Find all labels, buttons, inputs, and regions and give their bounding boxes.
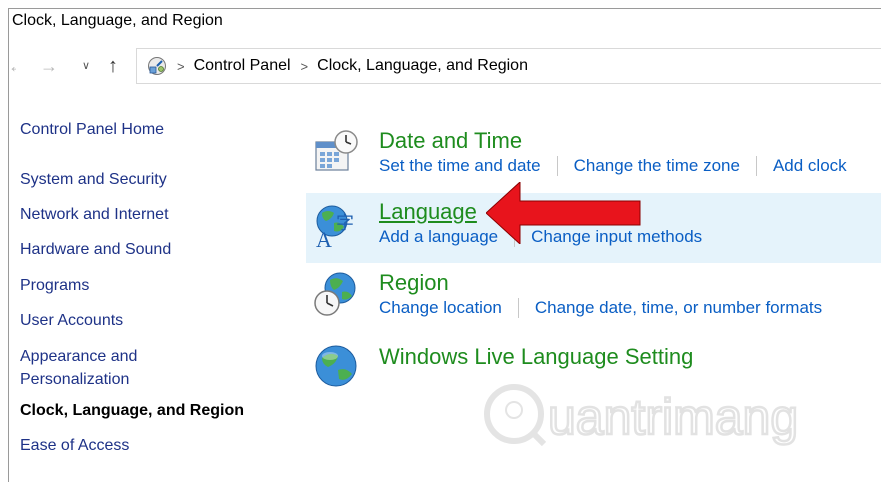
change-time-zone-link[interactable]: Change the time zone: [574, 156, 740, 176]
control-panel-icon: [148, 57, 166, 75]
sidebar-item-user-accounts[interactable]: User Accounts: [20, 309, 123, 332]
sidebar-item-system-security[interactable]: System and Security: [20, 168, 167, 191]
date-time-links: Set the time and date Change the time zo…: [379, 156, 847, 176]
sidebar-item-appearance[interactable]: Appearance and: [20, 345, 137, 368]
chevron-down-icon: ∨: [82, 60, 91, 72]
quantrimang-watermark: uantrimang: [484, 384, 799, 446]
up-button[interactable]: ↑: [108, 48, 118, 84]
link-separator: [517, 298, 519, 318]
address-bar: ← → ∨ ↑ > Control Panel > Clock, Languag…: [8, 48, 881, 84]
region-links: Change location Change date, time, or nu…: [379, 298, 822, 318]
breadcrumb-separator: >: [300, 58, 309, 74]
window-title: Clock, Language, and Region: [12, 12, 223, 29]
svg-text:字: 字: [336, 213, 354, 234]
language-title[interactable]: Language: [379, 199, 477, 225]
change-formats-link[interactable]: Change date, time, or number formats: [535, 298, 822, 318]
arrow-right-icon: →: [40, 56, 58, 76]
recent-locations-button[interactable]: ∨: [82, 48, 90, 84]
link-separator: [556, 156, 558, 176]
svg-text:A: A: [316, 227, 332, 249]
globe-language-icon: A 字: [316, 205, 354, 249]
add-language-link[interactable]: Add a language: [379, 227, 498, 247]
globe-clock-icon: [314, 272, 356, 316]
address-box[interactable]: > Control Panel > Clock, Language, and R…: [136, 48, 881, 84]
forward-button[interactable]: →: [40, 48, 58, 84]
back-button[interactable]: ←: [8, 48, 16, 84]
sidebar-item-personalization[interactable]: Personalization: [20, 368, 129, 391]
breadcrumb-current[interactable]: Clock, Language, and Region: [317, 57, 528, 75]
globe-icon: [315, 345, 357, 387]
region-title[interactable]: Region: [379, 270, 449, 296]
sidebar-item-programs[interactable]: Programs: [20, 274, 89, 297]
annotation-arrow: [486, 182, 641, 244]
category-date-time: Date and Time Set the time and date Chan…: [306, 124, 881, 188]
add-clock-link[interactable]: Add clock: [773, 156, 847, 176]
arrow-left-icon: ←: [8, 56, 16, 76]
watermark-text: uantrimang: [548, 389, 798, 445]
sidebar-item-ease-of-access[interactable]: Ease of Access: [20, 434, 129, 457]
calendar-clock-icon: [315, 130, 358, 171]
breadcrumb-separator: >: [177, 58, 185, 74]
windows-live-language-title[interactable]: Windows Live Language Setting: [379, 344, 693, 370]
date-time-title[interactable]: Date and Time: [379, 128, 522, 154]
sidebar-item-clock-language-region: Clock, Language, and Region: [20, 402, 245, 419]
breadcrumb-control-panel[interactable]: Control Panel: [194, 57, 291, 75]
sidebar-item-control-panel-home[interactable]: Control Panel Home: [20, 118, 164, 141]
set-time-date-link[interactable]: Set the time and date: [379, 156, 541, 176]
change-location-link[interactable]: Change location: [379, 298, 502, 318]
category-region: Region Change location Change date, time…: [306, 266, 881, 330]
sidebar-item-network-internet[interactable]: Network and Internet: [20, 203, 169, 226]
sidebar-item-hardware-sound[interactable]: Hardware and Sound: [20, 238, 171, 261]
link-separator: [755, 156, 757, 176]
arrow-up-icon: ↑: [108, 55, 118, 77]
